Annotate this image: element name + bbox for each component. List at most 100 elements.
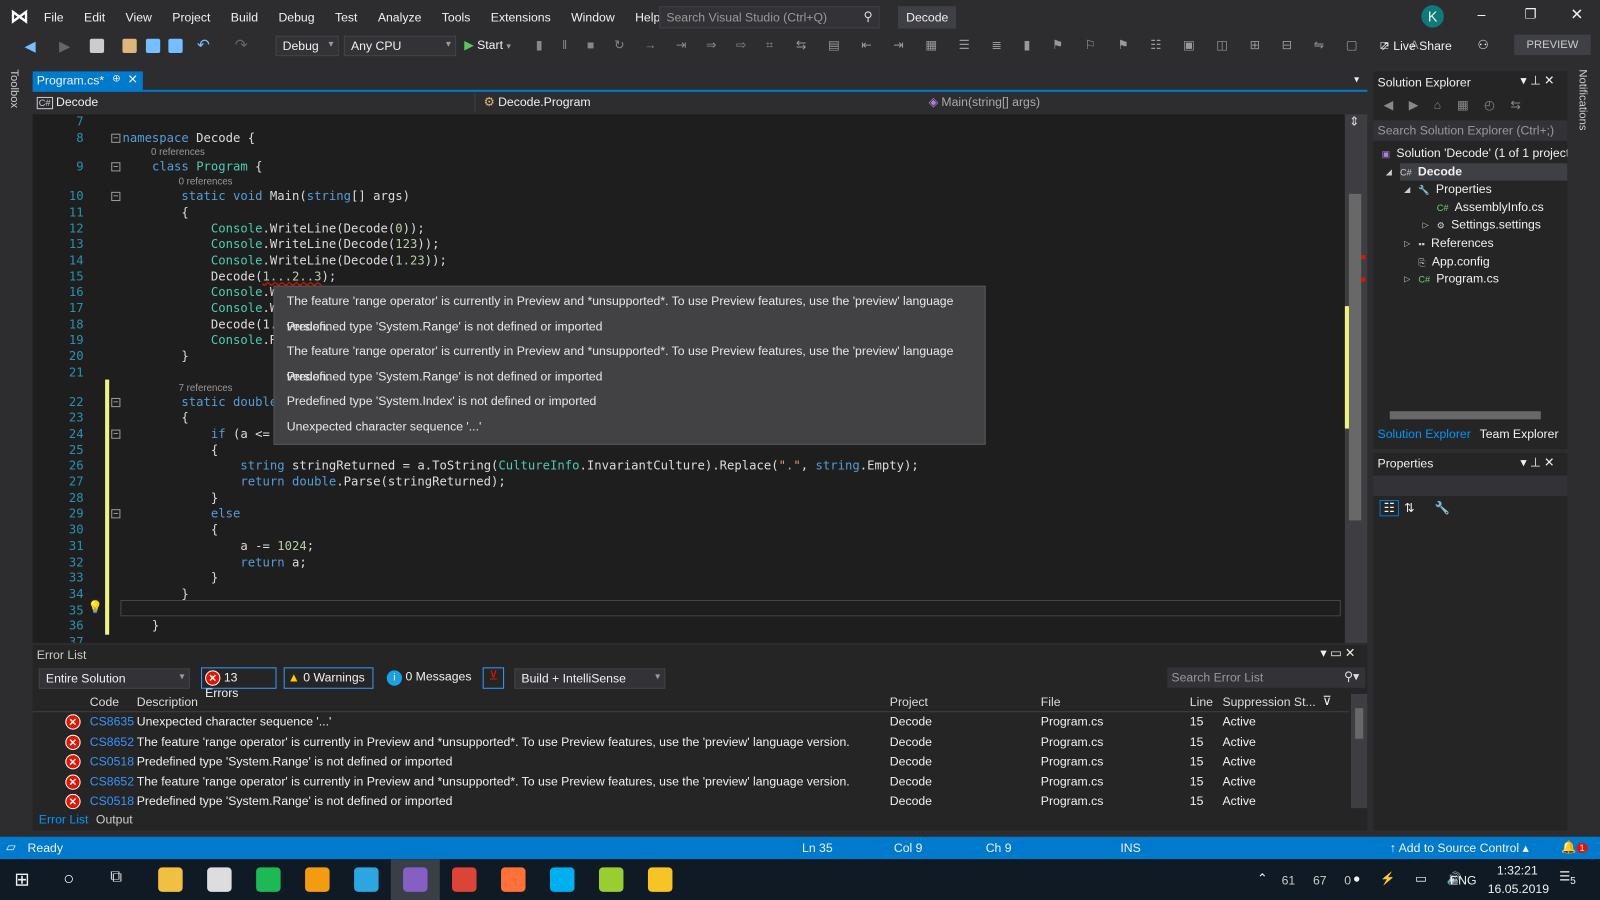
tree-item[interactable]: ▷ ⚙ Settings.settings	[1422, 217, 1541, 234]
add-source-control-button[interactable]: ↑ Add to Source Control ▴	[1390, 841, 1529, 855]
start-button[interactable]: ⊞	[14, 869, 29, 890]
horizontal-scrollbar[interactable]	[1389, 411, 1541, 420]
start-button[interactable]: ▶ Start ▾	[464, 38, 511, 52]
messages-filter-button[interactable]: i 0 Messages	[384, 667, 475, 688]
menu-extensions[interactable]: Extensions	[491, 10, 551, 24]
notepad-icon[interactable]	[598, 867, 624, 892]
scroll-thumb[interactable]	[1348, 193, 1362, 521]
save-icon[interactable]	[145, 38, 161, 54]
source-dropdown[interactable]: Build + IntelliSense	[514, 668, 666, 689]
search-icon[interactable]: ○	[63, 868, 74, 889]
panel-controls[interactable]: ▾ ⊥ ✕	[1520, 73, 1554, 87]
collapse-icon[interactable]: −	[111, 162, 121, 172]
table-row[interactable]: ✕ CS8652 The feature 'range operator' is c…	[33, 772, 1345, 792]
codelens-references[interactable]: 7 references	[179, 382, 233, 393]
close-tab-icon[interactable]: ✕	[128, 72, 138, 86]
open-icon[interactable]	[122, 38, 137, 54]
tab-overflow-icon[interactable]: ▾	[1354, 74, 1359, 85]
tree-item[interactable]: ▷ ▪▪ References	[1404, 235, 1494, 252]
editor-vertical-scrollbar[interactable]: ⇕	[1344, 114, 1368, 643]
telegram-icon[interactable]	[354, 867, 379, 892]
collapsed-arrow-icon[interactable]: ▷	[1422, 217, 1428, 234]
save-all-icon[interactable]	[168, 38, 183, 54]
column-header[interactable]: Line	[1190, 695, 1213, 709]
scroll-thumb[interactable]	[1355, 708, 1364, 739]
filter-icon[interactable]: ⊽	[1322, 694, 1331, 708]
live-share-button[interactable]: ⇗ Live Share	[1380, 39, 1452, 53]
skype-icon[interactable]	[549, 867, 575, 892]
tree-item[interactable]: ⎘ App.config	[1418, 253, 1489, 270]
menu-edit[interactable]: Edit	[84, 10, 105, 24]
new-project-icon[interactable]	[89, 38, 105, 54]
expanded-arrow-icon[interactable]: ◢	[1386, 163, 1392, 180]
platform-dropdown[interactable]: Any CPU	[343, 35, 457, 57]
column-header[interactable]: Code	[90, 695, 119, 709]
notifications-tab[interactable]: Notifications	[1577, 69, 1589, 130]
column-header[interactable]: Suppression St...	[1222, 695, 1315, 709]
collapse-icon[interactable]: −	[111, 509, 121, 519]
panel-tab-solution-explorer[interactable]: Solution Explorer	[1378, 427, 1471, 441]
minimize-button[interactable]: –	[1478, 6, 1486, 22]
collapse-icon[interactable]: −	[111, 397, 121, 407]
clock-time[interactable]: 1:32:21	[1497, 863, 1538, 877]
search-error-list-input[interactable]: Search Error List ⚲▾	[1167, 667, 1366, 688]
nav-member-dropdown[interactable]: ◈ Main(string[] args)	[924, 93, 1367, 112]
language-indicator[interactable]: ENG	[1450, 873, 1477, 887]
collapsed-arrow-icon[interactable]: ▷	[1404, 271, 1410, 288]
pin-icon[interactable]: ⊕	[112, 73, 121, 84]
undo-icon[interactable]: ↶	[197, 36, 210, 54]
forward-icon[interactable]: ▶	[59, 38, 70, 55]
menu-tools[interactable]: Tools	[442, 10, 471, 24]
menu-file[interactable]: File	[44, 10, 64, 24]
menu-view[interactable]: View	[126, 10, 152, 24]
bottom-tab-output[interactable]: Output	[96, 812, 133, 826]
table-row[interactable]: ✕ CS8635 Unexpected character sequence '..…	[33, 712, 1345, 732]
cell-code[interactable]: CS8652	[90, 772, 134, 792]
cell-code[interactable]: CS8635	[90, 712, 134, 732]
properties-object-dropdown[interactable]	[1373, 475, 1568, 496]
tree-item[interactable]: ◢ 🔧 Properties	[1404, 181, 1492, 198]
error-list-scrollbar[interactable]	[1351, 693, 1368, 809]
file-explorer-icon[interactable]	[158, 867, 183, 892]
column-header[interactable]: Project	[890, 695, 928, 709]
avatar[interactable]: K	[1421, 5, 1444, 28]
cell-code[interactable]: CS0518	[90, 792, 134, 812]
configuration-dropdown[interactable]: Debug	[275, 35, 339, 57]
visual-studio-icon[interactable]	[403, 867, 428, 892]
cell-code[interactable]: CS0518	[90, 752, 134, 772]
split-icon[interactable]: ⇕	[1349, 114, 1359, 128]
vs-logo-icon[interactable]: ⋈	[10, 6, 32, 26]
close-button[interactable]: ✕	[1570, 5, 1583, 23]
panel-controls[interactable]: ▾ ▭ ✕	[1320, 646, 1355, 660]
column-header[interactable]: Description	[137, 695, 198, 709]
menu-analyze[interactable]: Analyze	[378, 10, 422, 24]
cell-code[interactable]: CS8652	[90, 732, 134, 752]
menu-debug[interactable]: Debug	[278, 10, 314, 24]
tree-item[interactable]: ▣ Solution 'Decode' (1 of 1 project)	[1382, 145, 1568, 162]
codelens-references[interactable]: 0 references	[179, 177, 233, 188]
collapse-icon[interactable]: −	[111, 191, 121, 202]
nav-project-dropdown[interactable]: C# Decode	[32, 92, 476, 113]
redo-icon[interactable]: ↷	[235, 36, 248, 54]
table-row[interactable]: ✕ CS0518 Predefined type 'System.Range' is…	[33, 752, 1345, 772]
search-input[interactable]: Search Visual Studio (Ctrl+Q) ⚲	[659, 6, 880, 29]
clock-date[interactable]: 16.05.2019	[1488, 882, 1549, 896]
task-view-icon[interactable]: ⧉	[110, 868, 122, 886]
chrome-icon[interactable]	[452, 867, 477, 892]
table-row[interactable]: ✕ CS8652 The feature 'range operator' is c…	[33, 732, 1345, 752]
action-center-icon[interactable]: ☰5	[1559, 869, 1576, 887]
tree-item[interactable]: ◢ C# Decode	[1386, 162, 1568, 181]
column-header[interactable]: File	[1041, 695, 1061, 709]
table-row[interactable]: ✕ CS0518 Predefined type 'System.Range' is…	[33, 792, 1345, 812]
spotify-icon[interactable]	[256, 867, 281, 892]
expanded-arrow-icon[interactable]: ◢	[1404, 181, 1410, 198]
bottom-tab-error-list[interactable]: Error List	[39, 812, 89, 826]
menu-help[interactable]: Help	[635, 10, 660, 24]
tab-program-cs[interactable]: Program.cs* ⊕ ✕	[32, 71, 143, 91]
lightbulb-icon[interactable]: 💡	[88, 600, 103, 614]
collapse-icon[interactable]: −	[111, 133, 121, 143]
collapse-icon[interactable]: −	[111, 429, 121, 439]
menu-window[interactable]: Window	[571, 10, 615, 24]
tray-chevron-icon[interactable]: ⌃	[1257, 871, 1267, 885]
feedback-icon[interactable]: ⚇	[1478, 38, 1489, 52]
